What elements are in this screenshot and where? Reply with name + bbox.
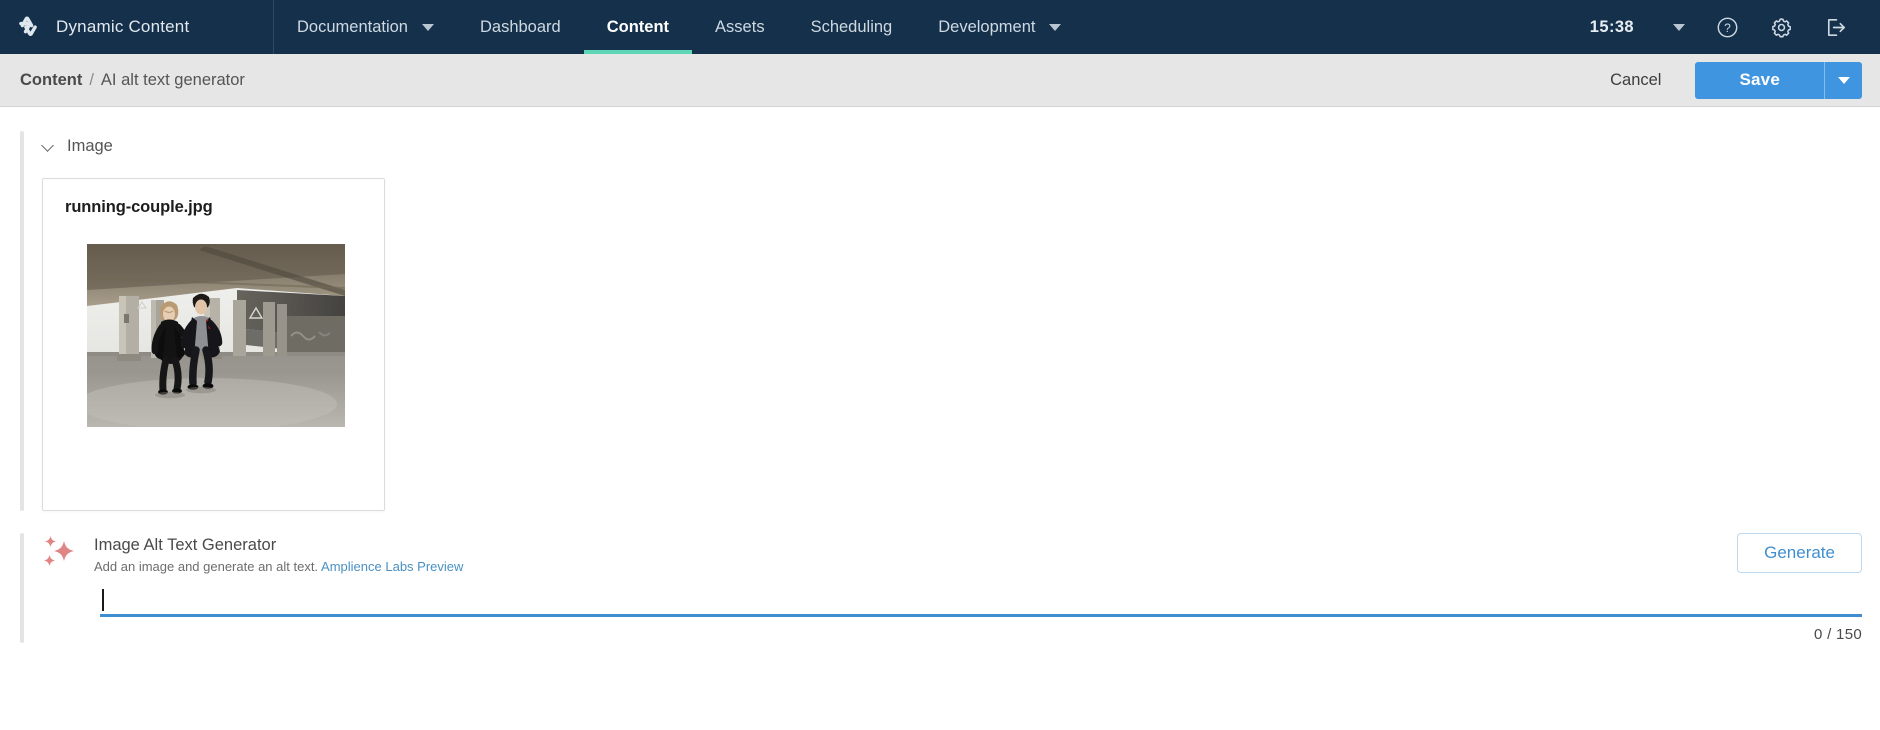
nav-right-cluster: 15:38 ? xyxy=(1590,0,1880,54)
image-section-header[interactable]: Image xyxy=(42,131,1880,161)
clock-display: 15:38 xyxy=(1589,17,1634,36)
nav-item-label: Dashboard xyxy=(479,17,561,36)
save-dropdown-button[interactable] xyxy=(1824,61,1862,99)
sparkles-icon xyxy=(44,536,74,566)
logout-button[interactable] xyxy=(1808,0,1862,54)
nav-item-label: Documentation xyxy=(297,17,408,36)
ai-generator-header-row: Image Alt Text Generator Add an image an… xyxy=(42,533,1880,574)
nav-item-scheduling[interactable]: Scheduling xyxy=(788,0,916,54)
chevron-down-icon[interactable] xyxy=(421,23,434,31)
brand-title: Dynamic Content xyxy=(56,17,190,36)
image-asset-card[interactable]: running-couple.jpg xyxy=(42,178,385,511)
svg-text:?: ? xyxy=(1724,20,1731,34)
nav-item-assets[interactable]: Assets xyxy=(692,0,788,54)
amplience-triangle-logo-icon xyxy=(19,16,37,36)
nav-item-development[interactable]: Development xyxy=(915,0,1084,54)
brand-home-link[interactable]: Dynamic Content xyxy=(0,0,274,54)
ai-generator-subtitle: Add an image and generate an alt text. Am… xyxy=(94,559,463,574)
chevron-down-icon xyxy=(1837,76,1850,84)
sign-out-icon xyxy=(1827,18,1845,36)
image-thumbnail[interactable] xyxy=(87,244,345,427)
chevron-down-icon xyxy=(1673,23,1685,31)
image-field-block: Image running-couple.jpg xyxy=(0,131,1880,511)
ai-alt-text-field-body: Image Alt Text Generator Add an image an… xyxy=(24,533,1880,643)
clock-dropdown-button[interactable] xyxy=(1658,0,1700,54)
breadcrumb: Content / AI alt text generator xyxy=(20,71,245,90)
nav-item-content[interactable]: Content xyxy=(583,0,693,54)
ai-alt-text-field-block: Image Alt Text Generator Add an image an… xyxy=(0,533,1880,643)
chevron-down-icon[interactable] xyxy=(42,140,55,153)
ai-generator-title: Image Alt Text Generator xyxy=(94,536,277,554)
ai-generator-titles: Image Alt Text Generator Add an image an… xyxy=(94,533,463,574)
nav-item-label: Development xyxy=(938,17,1036,36)
cancel-button[interactable]: Cancel xyxy=(1596,63,1675,98)
help-button[interactable]: ? xyxy=(1700,0,1754,54)
breadcrumb-root-link[interactable]: Content xyxy=(20,71,82,90)
nav-item-label: Assets xyxy=(715,17,765,36)
nav-item-label: Content xyxy=(606,17,670,36)
nav-item-label: Scheduling xyxy=(810,17,893,36)
character-counter: 0 / 150 xyxy=(1814,626,1862,643)
image-filename: running-couple.jpg xyxy=(65,198,213,216)
alt-text-input[interactable] xyxy=(100,588,1862,617)
question-mark-circle-icon: ? xyxy=(1717,17,1737,37)
settings-button[interactable] xyxy=(1754,0,1808,54)
main-content-area: Image running-couple.jpg Image Alt Text … xyxy=(0,131,1880,730)
primary-nav-items: Documentation Dashboard Content Assets S… xyxy=(274,0,1084,54)
running-couple-photo xyxy=(87,244,345,427)
save-button[interactable]: Save xyxy=(1695,61,1824,99)
image-section-label: Image xyxy=(67,136,113,155)
generate-button[interactable]: Generate xyxy=(1737,533,1862,573)
nav-item-dashboard[interactable]: Dashboard xyxy=(457,0,584,54)
sub-header-bar: Content / AI alt text generator Cancel S… xyxy=(0,54,1880,107)
breadcrumb-current-item: AI alt text generator xyxy=(100,70,245,89)
image-field-body: Image running-couple.jpg xyxy=(24,131,1880,511)
alt-text-input-wrapper xyxy=(100,588,1862,617)
top-navigation-bar: Dynamic Content Documentation Dashboard … xyxy=(0,0,1880,54)
save-button-group: Save xyxy=(1695,61,1862,99)
nav-item-documentation[interactable]: Documentation xyxy=(274,0,457,54)
gear-icon xyxy=(1771,17,1791,37)
breadcrumb-separator: / xyxy=(89,70,94,89)
chevron-down-icon[interactable] xyxy=(1049,23,1062,31)
amplience-labs-preview-link[interactable]: Amplience Labs Preview xyxy=(321,559,463,574)
ai-generator-subtitle-text: Add an image and generate an alt text. xyxy=(94,559,319,574)
text-cursor xyxy=(102,589,104,611)
sub-header-actions: Cancel Save xyxy=(1596,61,1862,99)
